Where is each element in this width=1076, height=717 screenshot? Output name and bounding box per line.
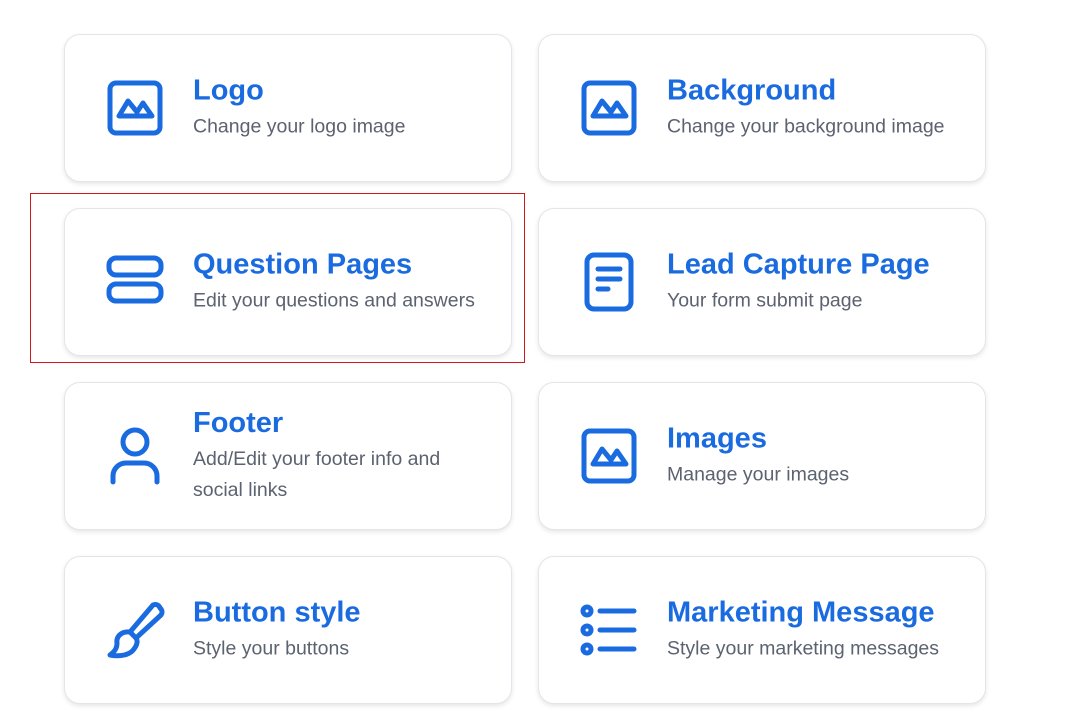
card-text: Question Pages Edit your questions and a…	[193, 248, 491, 317]
user-icon	[105, 426, 165, 486]
settings-card-grid: Logo Change your logo image Background C…	[0, 0, 1076, 717]
card-title: Images	[667, 422, 767, 455]
card-description: Change your logo image	[193, 115, 406, 138]
card-title: Question Pages	[193, 248, 413, 281]
lead-capture-page-card[interactable]: Lead Capture Page Your form submit page	[538, 208, 986, 356]
card-text: Marketing Message Style your marketing m…	[667, 596, 965, 665]
images-card[interactable]: Images Manage your images	[538, 382, 986, 530]
footer-card[interactable]: Footer Add/Edit your footer info and soc…	[64, 382, 512, 530]
button-style-card[interactable]: Button style Style your buttons	[64, 556, 512, 704]
card-title: Button style	[193, 596, 361, 629]
card-text: Background Change your background image	[667, 74, 965, 143]
stacked-rows-icon	[105, 252, 165, 312]
question-pages-card[interactable]: Question Pages Edit your questions and a…	[64, 208, 512, 356]
card-title: Logo	[193, 74, 264, 107]
card-description: Style your marketing messages	[667, 637, 940, 660]
card-title: Footer	[193, 407, 284, 439]
image-icon	[105, 78, 165, 138]
paintbrush-icon	[105, 600, 165, 660]
card-title: Marketing Message	[667, 596, 935, 629]
image-icon	[579, 78, 639, 138]
card-text: Footer Add/Edit your footer info and soc…	[193, 406, 491, 506]
card-text: Images Manage your images	[667, 422, 965, 491]
card-description: Change your background image	[667, 115, 945, 138]
background-card[interactable]: Background Change your background image	[538, 34, 986, 182]
card-title: Lead Capture Page	[667, 248, 930, 281]
card-description: Add/Edit your footer info and social lin…	[193, 448, 441, 501]
logo-card[interactable]: Logo Change your logo image	[64, 34, 512, 182]
card-description: Style your buttons	[193, 637, 350, 660]
card-text: Button style Style your buttons	[193, 596, 491, 665]
card-text: Lead Capture Page Your form submit page	[667, 248, 965, 317]
card-description: Manage your images	[667, 463, 850, 486]
image-icon	[579, 426, 639, 486]
card-title: Background	[667, 74, 837, 107]
document-icon	[579, 252, 639, 312]
card-description: Your form submit page	[667, 289, 863, 312]
card-text: Logo Change your logo image	[193, 74, 491, 143]
marketing-message-card[interactable]: Marketing Message Style your marketing m…	[538, 556, 986, 704]
card-description: Edit your questions and answers	[193, 289, 475, 312]
list-icon	[579, 600, 639, 660]
